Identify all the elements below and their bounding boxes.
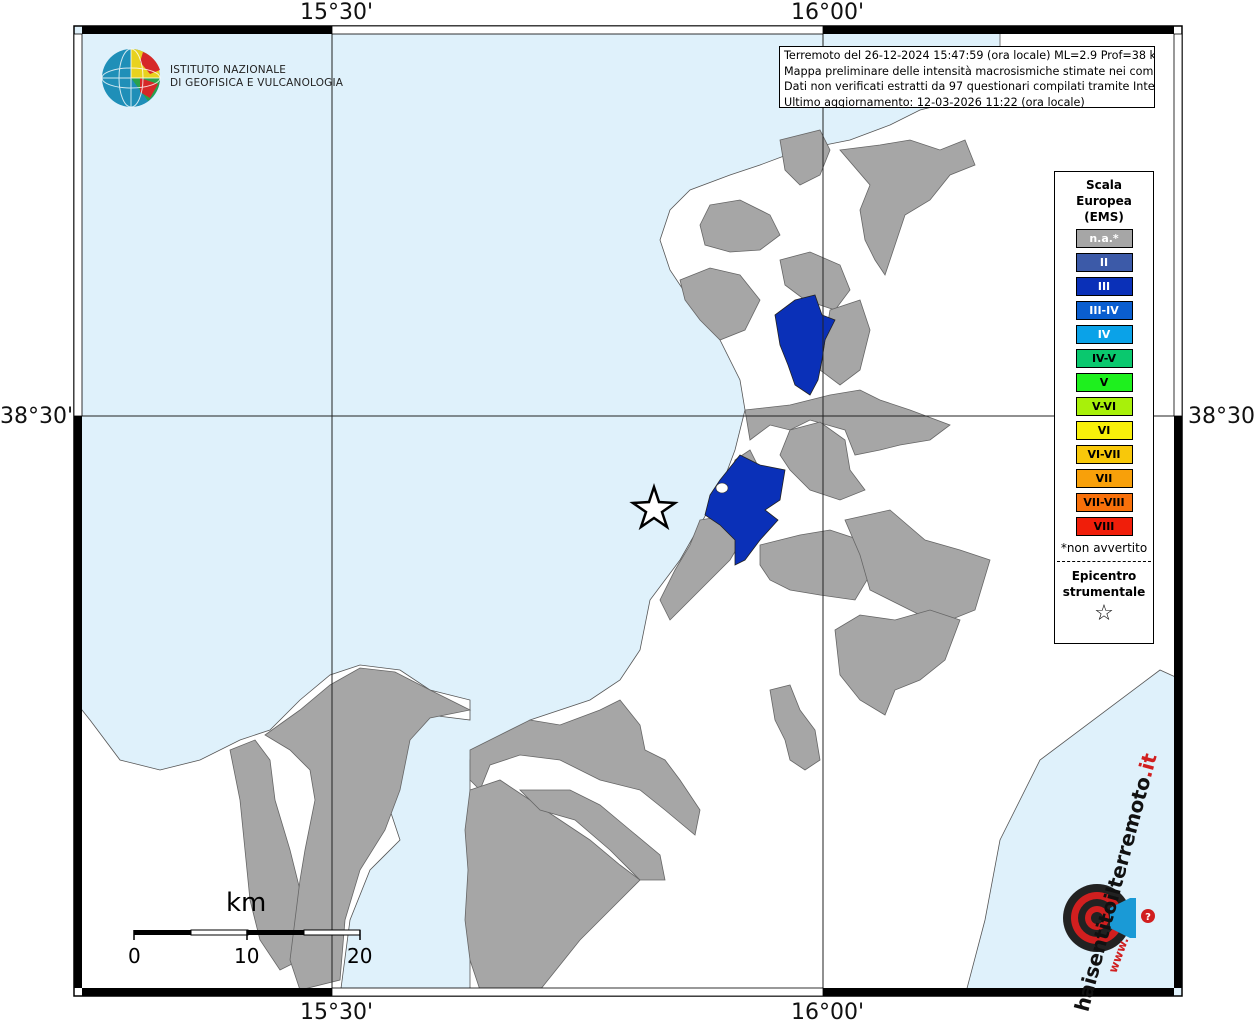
legend-item: IV	[1075, 325, 1133, 344]
legend-item: III	[1075, 277, 1133, 296]
scale-tick-0: 0	[128, 944, 141, 968]
scale-tick-20: 20	[347, 944, 373, 968]
legend-title-line3: (EMS)	[1084, 210, 1124, 224]
legend-title-line1: Scala	[1085, 178, 1123, 192]
legend-item: VI	[1075, 421, 1133, 440]
legend-epicenter-line2: strumentale	[1062, 585, 1146, 599]
lon-label-top-1530: 15°30'	[300, 0, 374, 25]
scale-tick-10: 10	[234, 944, 260, 968]
legend-title-line2: Europea	[1076, 194, 1132, 208]
event-info-line2: Mappa preliminare delle intensità macros…	[784, 64, 1155, 78]
lon-label-bottom-1600: 16°00'	[791, 1000, 865, 1025]
lat-label-left-3830: 38°30'	[0, 404, 74, 429]
legend-item: IV-V	[1075, 349, 1133, 368]
legend-item: III-IV	[1075, 301, 1133, 320]
legend-divider	[1057, 561, 1151, 562]
town-marker	[715, 482, 729, 494]
legend-item: VII	[1075, 469, 1133, 488]
legend-item: V	[1075, 373, 1133, 392]
legend-note: *non avvertito	[1060, 541, 1148, 555]
legend-title: Scala Europea (EMS)	[1055, 177, 1153, 225]
legend-item: n.a.*	[1075, 229, 1133, 248]
lon-label-bottom-1530: 15°30'	[300, 1000, 374, 1025]
legend-item: VII-VIII	[1075, 493, 1133, 512]
ingv-logo: ISTITUTO NAZIONALE DI GEOFISICA E VULCAN…	[100, 48, 343, 110]
ems-legend: Scala Europea (EMS) n.a.* II III III-IV IV IV…	[1054, 171, 1154, 644]
event-info-box: Terremoto del 26-12-2024 15:47:59 (ora l…	[779, 46, 1155, 108]
legend-star-icon: ☆	[1094, 601, 1114, 626]
legend-item: V-VI	[1075, 397, 1133, 416]
event-info-line3: Dati non verificati estratti da 97 quest…	[784, 80, 1155, 93]
event-info-line1: Terremoto del 26-12-2024 15:47:59 (ora l…	[784, 49, 1155, 62]
ingv-logo-line2: DI GEOFISICA E VULCANOLOGIA	[170, 77, 344, 89]
svg-text:?: ?	[1145, 912, 1151, 923]
event-info-line4: Ultimo aggiornamento: 12-03-2026 11:22 (…	[784, 95, 1085, 108]
ingv-logo-line1: ISTITUTO NAZIONALE	[170, 64, 287, 76]
lat-label-right-3830: 38°30'	[1188, 404, 1256, 429]
lon-label-top-1600: 16°00'	[791, 0, 865, 25]
legend-item: II	[1075, 253, 1133, 272]
legend-epicenter-line1: Epicentro	[1071, 569, 1137, 583]
scale-unit: km	[226, 888, 267, 918]
legend-item: VI-VII	[1075, 445, 1133, 464]
legend-epicenter-label: Epicentro strumentale	[1055, 568, 1153, 600]
ingv-logo-text: ISTITUTO NAZIONALE DI GEOFISICA E VULCAN…	[170, 64, 343, 90]
legend-item: VIII	[1075, 517, 1133, 536]
legend-items: n.a.* II III III-IV IV IV-V V V-VI VI VI-VII VII VI…	[1055, 229, 1153, 536]
